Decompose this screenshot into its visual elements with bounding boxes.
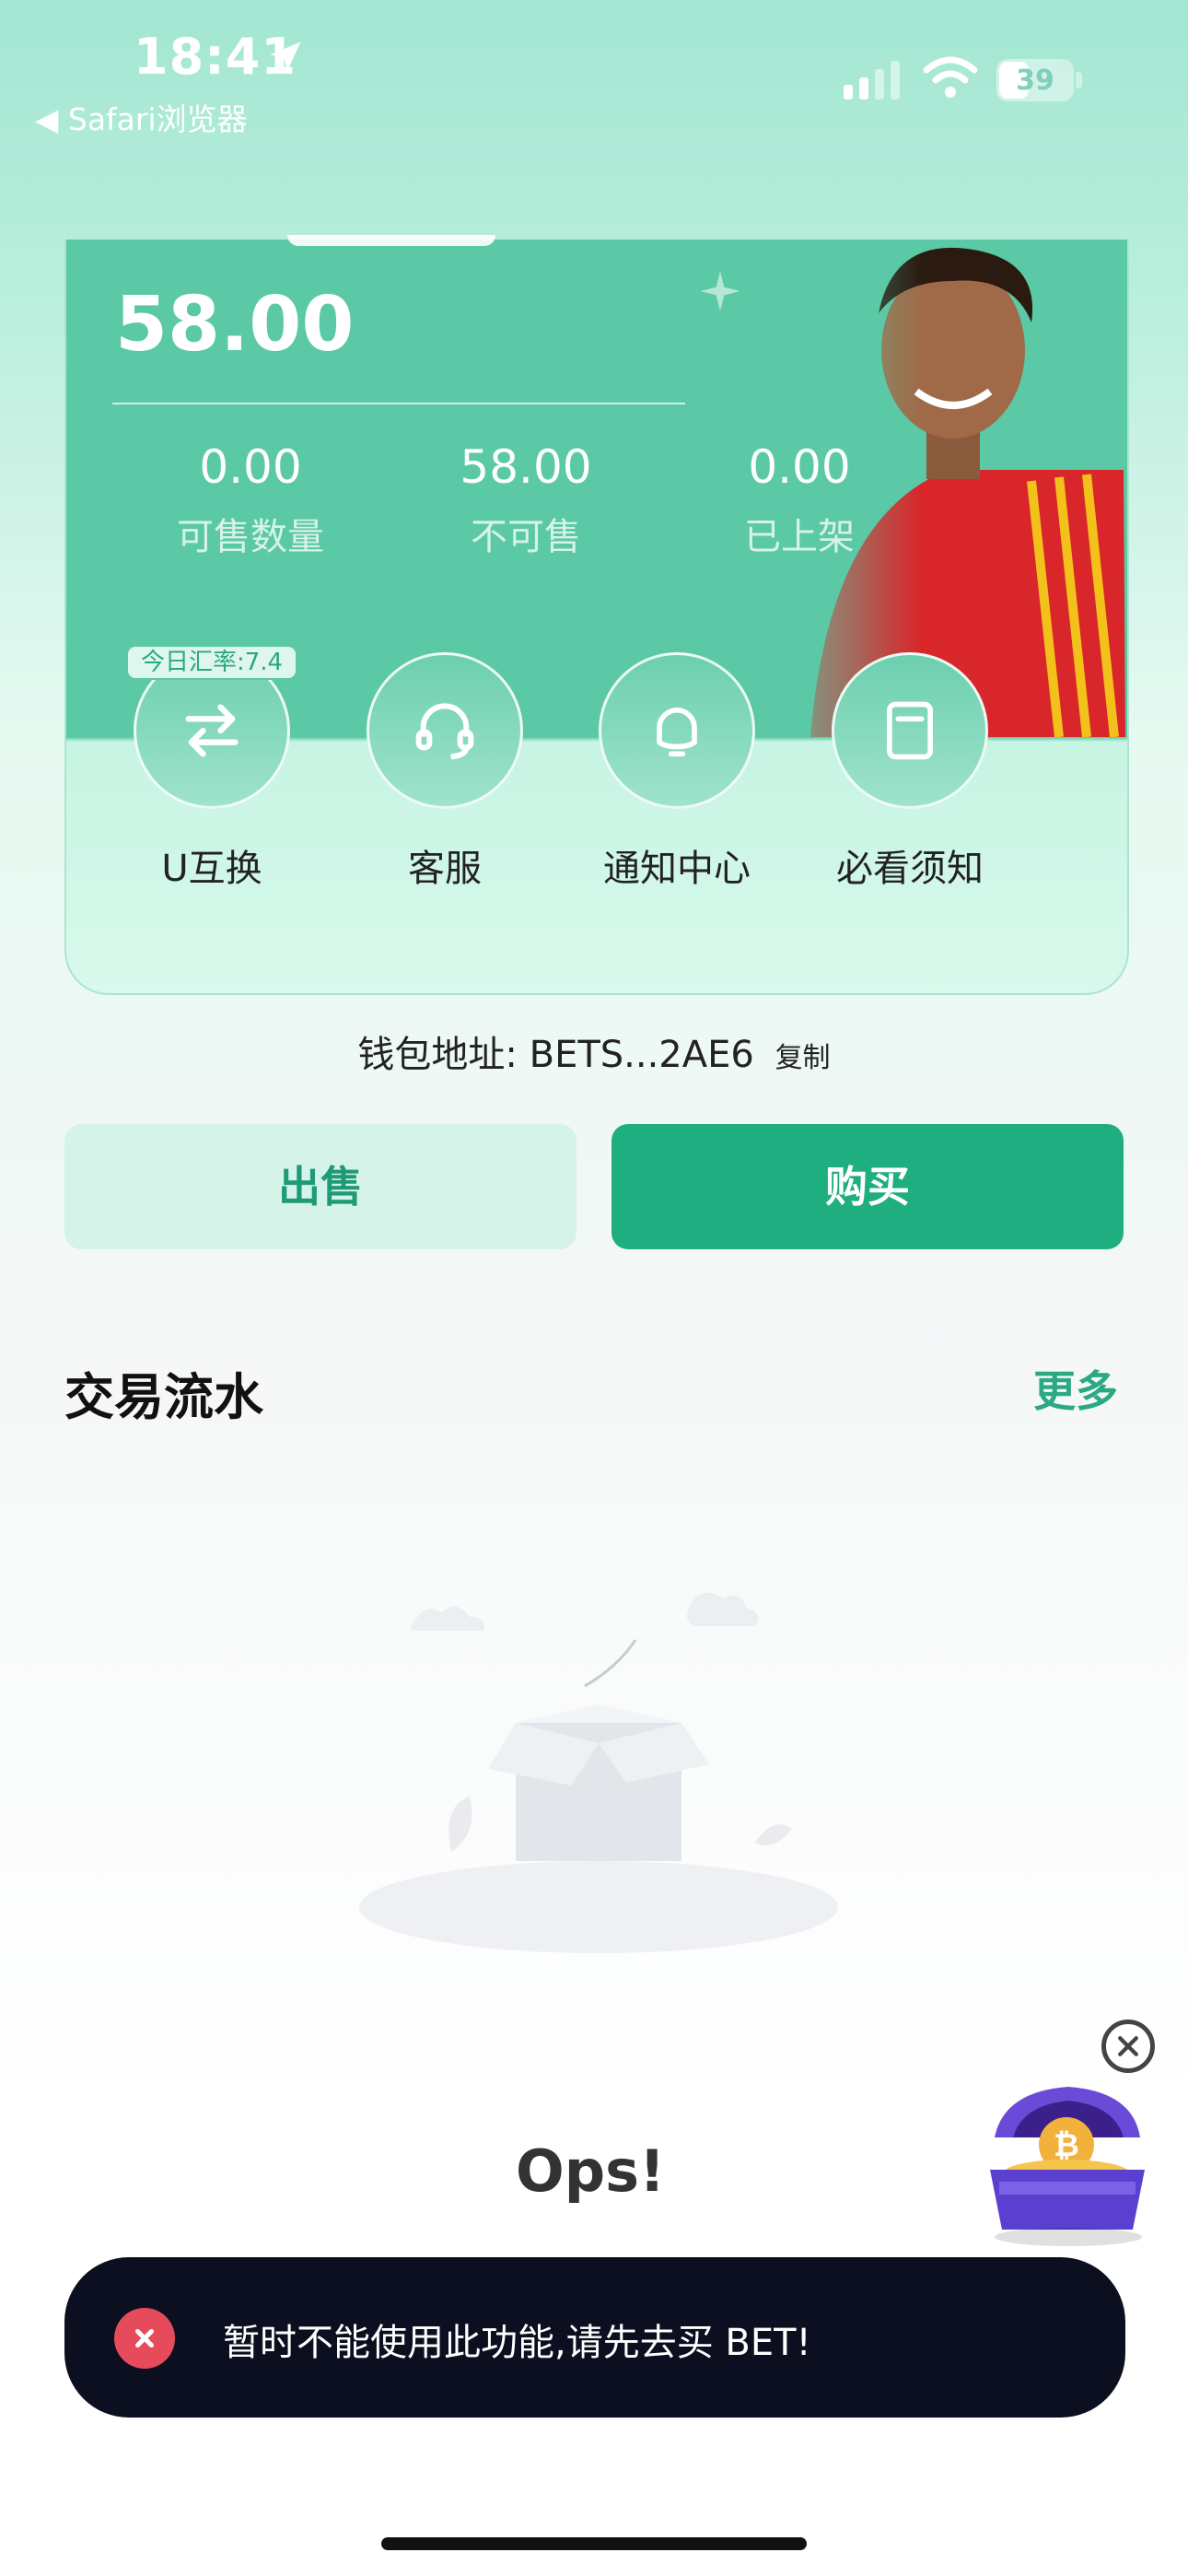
back-to-safari-link[interactable]: ◀ Safari浏览器	[35, 95, 248, 139]
error-icon	[114, 2308, 175, 2369]
headset-icon	[415, 703, 474, 760]
transactions-title: 交易流水	[64, 1368, 263, 1426]
must-read-button[interactable]	[832, 652, 988, 809]
document-icon	[886, 701, 934, 760]
home-indicator[interactable]	[381, 2537, 807, 2550]
wallet-balance: 58.00	[115, 281, 355, 369]
card-handle	[287, 235, 495, 246]
customer-service-label: 客服	[408, 848, 482, 890]
battery-level: 39	[1016, 64, 1054, 97]
wifi-icon	[923, 56, 978, 98]
balance-divider	[112, 403, 685, 404]
battery-indicator: 39	[996, 59, 1083, 101]
buy-button[interactable]: 购买	[611, 1124, 1124, 1249]
empty-state-title: Ops!	[516, 2137, 666, 2205]
customer-service-button[interactable]	[367, 652, 523, 809]
exchange-rate-badge: 今日汇率:7.4	[126, 645, 297, 680]
sell-button[interactable]: 出售	[64, 1124, 577, 1249]
swap-icon	[185, 704, 239, 757]
cellular-signal-icon	[844, 61, 900, 100]
u-swap-label: U互换	[161, 848, 262, 890]
bell-icon	[657, 708, 697, 757]
close-icon	[1118, 2036, 1138, 2056]
stat-sellable-value: 0.00	[199, 440, 302, 494]
wallet-address-value: BETS...2AE6	[529, 1034, 754, 1076]
location-arrow-icon	[270, 41, 301, 72]
notification-center-label: 通知中心	[603, 848, 751, 890]
close-promo-button[interactable]	[1101, 2020, 1155, 2073]
wallet-address-label: 钱包地址:	[357, 1034, 518, 1076]
empty-box-illustration	[359, 1592, 838, 1953]
stat-listed-label: 已上架	[744, 516, 855, 558]
must-read-label: 必看须知	[836, 848, 984, 890]
copy-address-button[interactable]: 复制	[775, 1042, 831, 1074]
treasure-chest-icon[interactable]: ₿	[976, 2073, 1157, 2250]
svg-text:₿: ₿	[1054, 2127, 1079, 2164]
notification-center-button[interactable]	[599, 652, 755, 809]
more-link[interactable]: 更多	[1033, 1358, 1118, 1419]
stat-listed-value: 0.00	[748, 440, 851, 494]
stat-sellable-label: 可售数量	[177, 516, 324, 558]
stat-unsellable-label: 不可售	[471, 516, 581, 558]
stat-unsellable-value: 58.00	[460, 440, 592, 494]
wallet-address-row: 钱包地址: BETS...2AE6 复制	[0, 1025, 1188, 1078]
toast-message: 暂时不能使用此功能,请先去买 BET!	[223, 2322, 811, 2364]
star-decoration-icon	[700, 271, 740, 311]
